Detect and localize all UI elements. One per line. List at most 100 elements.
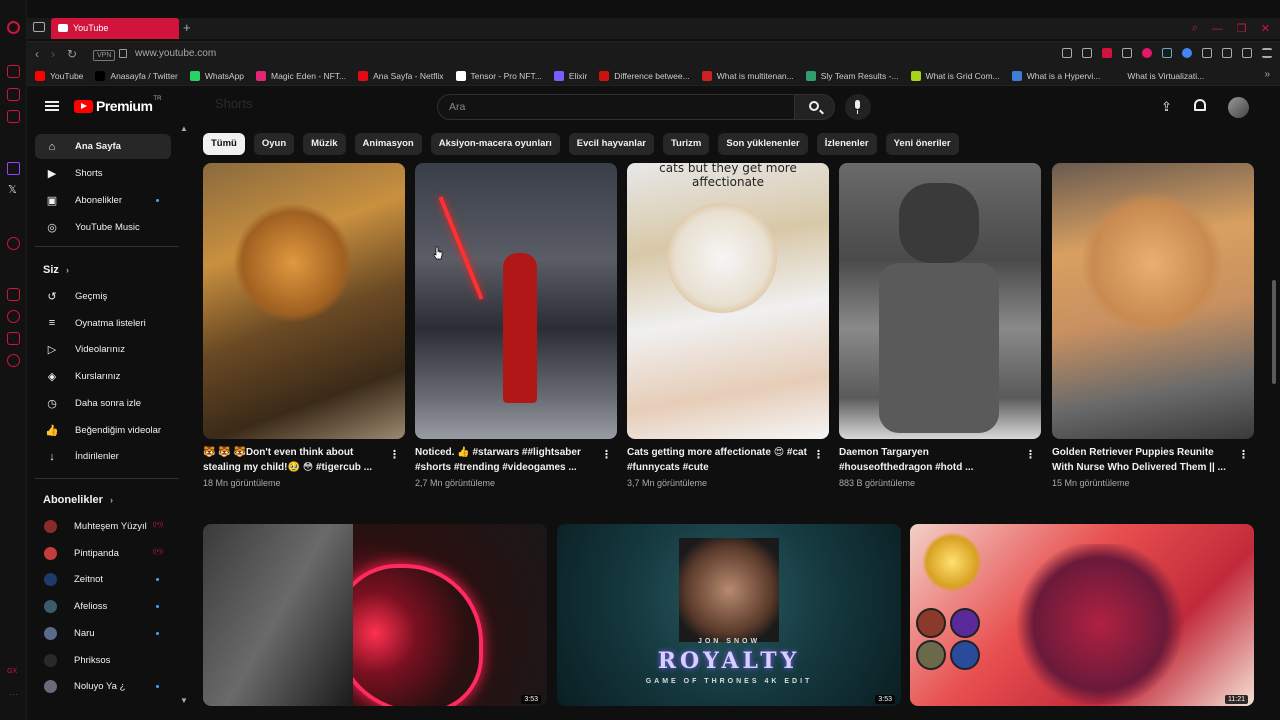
upload-icon[interactable]: ⇪ xyxy=(1161,99,1172,115)
bookmarks-overflow-icon[interactable]: » xyxy=(1264,69,1270,80)
video-thumbnail[interactable]: JON SNOW ROYALTY GAME OF THRONES 4K EDIT 3:… xyxy=(557,524,901,706)
search-input[interactable]: Ara xyxy=(437,94,795,120)
bookmark-item[interactable]: Elixir xyxy=(553,71,587,81)
player-icon[interactable] xyxy=(7,237,20,250)
short-title[interactable]: Daemon Targaryen #houseofthedragon #hotd… xyxy=(839,445,1041,475)
opera-logo-icon[interactable] xyxy=(7,21,20,34)
bookmark-item[interactable]: What is multitenan... xyxy=(701,71,794,81)
more-options-icon[interactable]: ⋮ xyxy=(1238,448,1249,461)
settings-rail-icon[interactable] xyxy=(7,354,20,367)
messenger-icon[interactable] xyxy=(7,110,20,123)
snapshot-icon[interactable] xyxy=(1082,48,1092,58)
avatar[interactable] xyxy=(1228,97,1249,118)
short-card[interactable]: 🐯 🐯 🐯Don't even think about stealing my … xyxy=(203,163,405,488)
extensions-rail-icon[interactable] xyxy=(7,332,20,345)
short-thumbnail[interactable] xyxy=(1052,163,1254,439)
short-card[interactable]: Noticed. 👍 #starwars ##lightsaber #short… xyxy=(415,163,617,488)
bookmark-item[interactable]: WhatsApp xyxy=(189,71,244,81)
short-title[interactable]: 🐯 🐯 🐯Don't even think about stealing my … xyxy=(203,445,405,475)
back-icon[interactable]: ‹ xyxy=(35,47,39,61)
sidebar-item[interactable]: 👍 Beğendiğim videolar xyxy=(35,418,171,443)
short-title[interactable]: Golden Retriever Puppies Reunite With Nu… xyxy=(1052,445,1254,475)
bookmark-item[interactable]: Ana Sayfa - Netflix xyxy=(358,71,444,81)
page-scrollbar[interactable] xyxy=(1272,280,1276,384)
bookmark-item[interactable]: What is Virtualizati... xyxy=(1112,71,1204,81)
heart-icon[interactable] xyxy=(1142,48,1152,58)
short-thumbnail[interactable] xyxy=(203,163,405,439)
subscription-channel[interactable]: Naru xyxy=(35,621,171,646)
more-options-icon[interactable]: ⋮ xyxy=(389,448,400,461)
twitch-icon[interactable] xyxy=(7,162,20,175)
filter-chip[interactable]: Tümü xyxy=(203,133,245,155)
short-title[interactable]: Noticed. 👍 #starwars ##lightsaber #short… xyxy=(415,445,617,475)
lock-icon[interactable] xyxy=(119,49,127,58)
youtube-premium-logo[interactable]: Premium TR xyxy=(74,96,161,114)
pinboard-icon[interactable] xyxy=(7,288,20,301)
short-thumbnail[interactable] xyxy=(839,163,1041,439)
sidebar-item[interactable]: ◈ Kurslarınız xyxy=(35,364,171,389)
pocket-icon[interactable] xyxy=(1102,48,1112,58)
subscription-channel[interactable]: Noluyo Ya ¿ xyxy=(35,674,171,699)
video-thumbnail[interactable]: 3:53 xyxy=(203,524,547,706)
filter-chip[interactable]: Müzik xyxy=(303,133,346,155)
puzzle-icon[interactable] xyxy=(1202,48,1212,58)
notifications-icon[interactable] xyxy=(1194,99,1206,111)
soundwave-icon[interactable] xyxy=(1162,48,1172,58)
filter-chip[interactable]: Evcil hayvanlar xyxy=(568,133,654,155)
bookmark-item[interactable]: Anasayfa / Twitter xyxy=(95,71,178,81)
short-card[interactable]: Daemon Targaryen #houseofthedragon #hotd… xyxy=(839,163,1041,488)
filter-chip[interactable]: Son yüklenenler xyxy=(718,133,808,155)
download-icon[interactable] xyxy=(1242,48,1252,58)
gx-icon[interactable]: GX xyxy=(7,668,17,675)
sidebar-item[interactable]: ≡ Oynatma listeleri xyxy=(35,311,171,336)
minimize-icon[interactable]: — xyxy=(1212,23,1223,35)
new-tab-button[interactable]: + xyxy=(183,18,191,38)
filter-chip[interactable]: Turizm xyxy=(662,133,710,155)
sidebar-item[interactable]: ◷ Daha sonra izle xyxy=(35,391,171,416)
filter-chip[interactable]: Aksiyon-macera oyunları xyxy=(430,133,560,155)
short-card[interactable]: Golden Retriever Puppies Reunite With Nu… xyxy=(1052,163,1254,488)
search-button[interactable] xyxy=(795,94,835,120)
sidebar-item[interactable]: ↺ Geçmiş xyxy=(35,284,171,309)
short-thumbnail[interactable] xyxy=(415,163,617,439)
more-options-icon[interactable]: ⋮ xyxy=(601,448,612,461)
tab-islands-icon[interactable] xyxy=(33,22,45,32)
search-tabs-icon[interactable]: ⌕ xyxy=(1192,22,1198,35)
subscription-channel[interactable]: Zeitnot xyxy=(35,567,171,592)
filter-chip[interactable]: Oyun xyxy=(253,133,295,155)
sidebar-scroll-up-icon[interactable]: ▲ xyxy=(180,124,188,133)
bookmark-item[interactable]: Magic Eden - NFT... xyxy=(256,71,346,81)
voice-search-icon[interactable] xyxy=(845,94,871,120)
close-window-icon[interactable]: ✕ xyxy=(1261,22,1270,35)
x-twitter-icon[interactable]: 𝕏 xyxy=(8,183,17,196)
sidebar-item[interactable]: ↓ İndirilenler xyxy=(35,444,171,469)
tab-youtube[interactable]: YouTube xyxy=(51,18,179,39)
bookmark-item[interactable]: Difference betwee... xyxy=(599,71,690,81)
bookmark-item[interactable]: What is a Hypervi... xyxy=(1011,71,1100,81)
url-field[interactable]: www.youtube.com xyxy=(135,48,216,59)
subscription-channel[interactable]: Pintipanda ((•)) xyxy=(35,541,171,566)
cast-icon[interactable] xyxy=(1122,48,1132,58)
more-options-icon[interactable]: ⋮ xyxy=(813,448,824,461)
video-thumbnail[interactable]: 11:21 xyxy=(910,524,1254,706)
sidebar-you-heading[interactable]: Siz › xyxy=(43,264,69,276)
short-card[interactable]: cats but they get more affectionate Cats … xyxy=(627,163,829,488)
maximize-icon[interactable]: ❐ xyxy=(1237,22,1247,35)
speed-dial-icon[interactable] xyxy=(7,65,20,78)
extension-blue-icon[interactable] xyxy=(1182,48,1192,58)
sidebar-item[interactable]: ▷ Videolarınız xyxy=(35,337,171,362)
bookmark-item[interactable]: What is Grid Com... xyxy=(910,71,1000,81)
pin-icon[interactable] xyxy=(1062,48,1072,58)
sidebar-item[interactable]: ⌂ Ana Sayfa xyxy=(35,134,171,159)
reload-icon[interactable]: ↻ xyxy=(67,47,77,61)
easy-setup-icon[interactable] xyxy=(1262,48,1272,58)
more-options-icon[interactable]: ⋮ xyxy=(1025,448,1036,461)
history-rail-icon[interactable] xyxy=(7,310,20,323)
subscription-channel[interactable]: Muhteşem Yüzyıl ((•)) xyxy=(35,514,171,539)
vpn-badge[interactable]: VPN xyxy=(93,50,116,61)
filter-chip[interactable]: İzlenenler xyxy=(816,133,877,155)
sidebar-scroll-down-icon[interactable]: ▼ xyxy=(180,696,188,705)
wallet-icon[interactable] xyxy=(1222,48,1232,58)
filter-chip[interactable]: Yeni öneriler xyxy=(885,133,959,155)
sidebar-item[interactable]: ▶ Shorts xyxy=(35,161,171,186)
